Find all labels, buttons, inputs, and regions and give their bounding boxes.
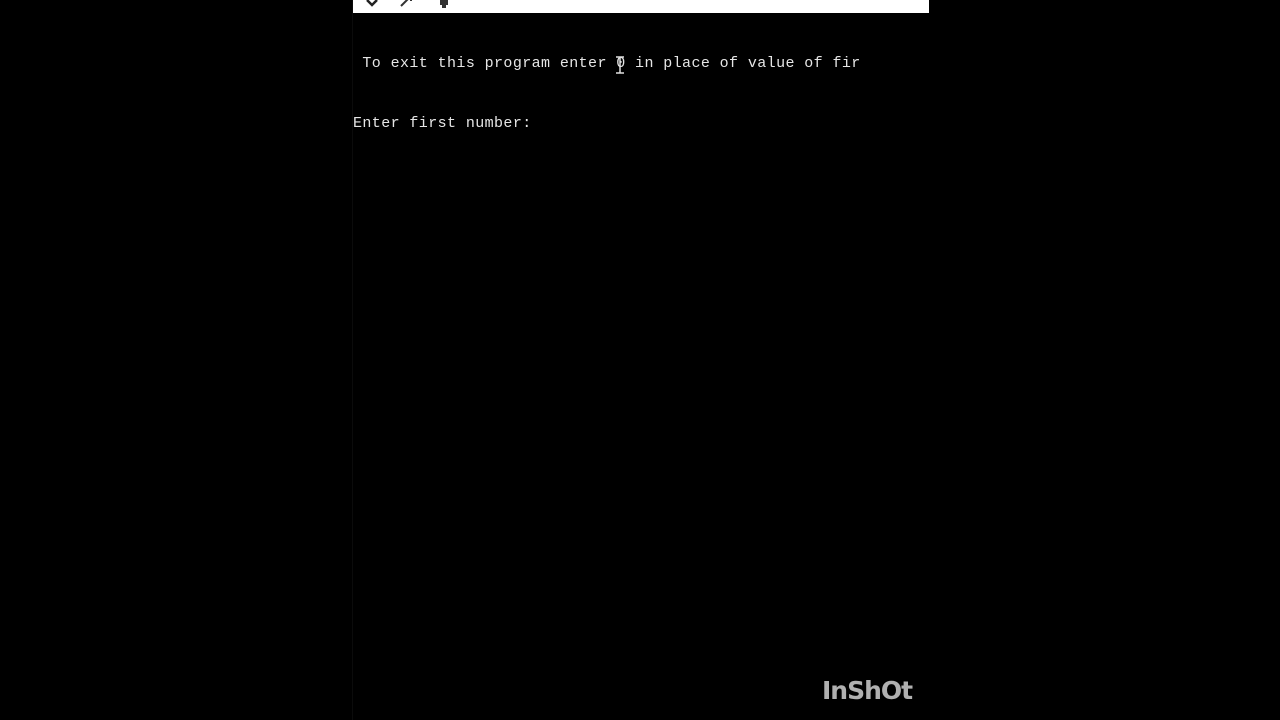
screen: To exit this program enter 0 in place of… (0, 0, 1280, 720)
console-line-exit-instructions: To exit this program enter 0 in place of… (353, 55, 861, 72)
console-line-prompt: Enter first number: (353, 115, 532, 132)
chevron-down-icon[interactable] (365, 0, 379, 8)
pin-icon[interactable] (437, 0, 451, 8)
resize-icon[interactable] (399, 0, 413, 8)
inshot-watermark: InShOt (822, 676, 913, 705)
console-window[interactable]: To exit this program enter 0 in place of… (352, 0, 929, 720)
window-titlebar[interactable] (353, 0, 929, 13)
text-cursor-icon (613, 55, 627, 75)
console-output[interactable]: To exit this program enter 0 in place of… (353, 14, 929, 720)
